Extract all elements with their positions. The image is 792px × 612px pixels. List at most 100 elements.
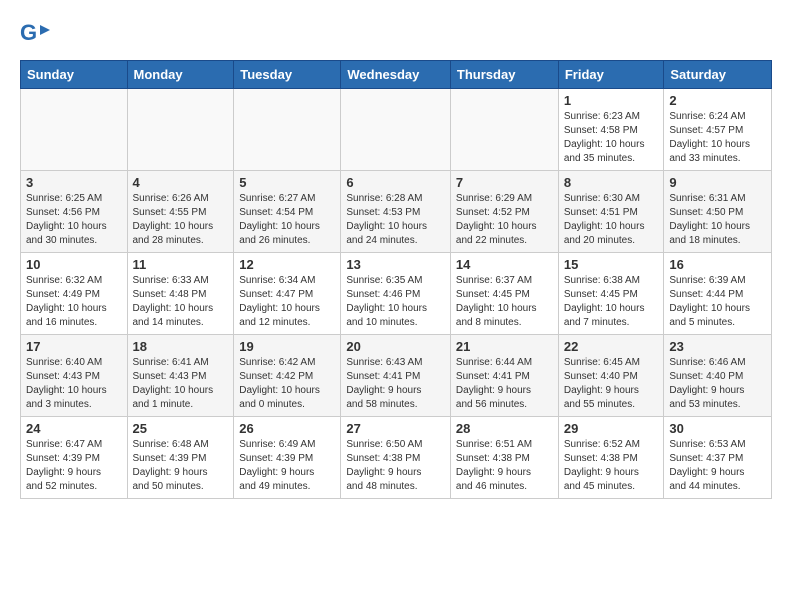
calendar-cell: 13 Sunrise: 6:35 AMSunset: 4:46 PMDayligh… — [341, 253, 451, 335]
day-info: Sunrise: 6:44 AMSunset: 4:41 PMDaylight:… — [456, 356, 553, 412]
day-number: 25 — [133, 421, 229, 436]
calendar-cell: 20Sunrise: 6:43 AMSunset: 4:41 PMDayligh… — [341, 335, 451, 417]
day-info: Sunrise: 6:48 AMSunset: 4:39 PMDaylight:… — [133, 438, 229, 494]
day-info: Sunrise: 6:46 AMSunset: 4:40 PMDaylight:… — [669, 356, 766, 412]
column-header-monday: Monday — [127, 61, 234, 89]
calendar-cell: 21 Sunrise: 6:44 AMSunset: 4:41 PMDayligh… — [450, 335, 558, 417]
day-number: 2 — [669, 93, 766, 108]
week-row-1: 1Sunrise: 6:23 AMSunset: 4:58 PMDaylight… — [21, 89, 772, 171]
calendar-cell: 22Sunrise: 6:45 AMSunset: 4:40 PMDayligh… — [558, 335, 664, 417]
day-info: Sunrise: 6:39 AMSunset: 4:44 PMDaylight:… — [669, 274, 766, 330]
calendar-cell: 10Sunrise: 6:32 AMSunset: 4:49 PMDayligh… — [21, 253, 128, 335]
week-row-5: 24 Sunrise: 6:47 AMSunset: 4:39 PMDayligh… — [21, 417, 772, 499]
day-info: Sunrise: 6:41 AMSunset: 4:43 PMDaylight:… — [133, 356, 229, 412]
day-info: Sunrise: 6:25 AMSunset: 4:56 PMDaylight:… — [26, 192, 122, 248]
calendar-cell: 7 Sunrise: 6:29 AMSunset: 4:52 PMDaylight… — [450, 171, 558, 253]
day-info: Sunrise: 6:29 AMSunset: 4:52 PMDaylight:… — [456, 192, 553, 248]
column-header-tuesday: Tuesday — [234, 61, 341, 89]
day-number: 27 — [346, 421, 445, 436]
day-number: 24 — [26, 421, 122, 436]
day-number: 10 — [26, 257, 122, 272]
calendar-cell: 9Sunrise: 6:31 AMSunset: 4:50 PMDaylight… — [664, 171, 772, 253]
day-info: Sunrise: 6:35 AMSunset: 4:46 PMDaylight:… — [346, 274, 445, 330]
day-info: Sunrise: 6:33 AMSunset: 4:48 PMDaylight:… — [133, 274, 229, 330]
day-info: Sunrise: 6:27 AMSunset: 4:54 PMDaylight:… — [239, 192, 335, 248]
calendar-cell: 11 Sunrise: 6:33 AMSunset: 4:48 PMDayligh… — [127, 253, 234, 335]
day-number: 3 — [26, 175, 122, 190]
day-info: Sunrise: 6:50 AMSunset: 4:38 PMDaylight:… — [346, 438, 445, 494]
day-number: 30 — [669, 421, 766, 436]
calendar-cell — [127, 89, 234, 171]
column-header-friday: Friday — [558, 61, 664, 89]
day-number: 7 — [456, 175, 553, 190]
day-number: 28 — [456, 421, 553, 436]
calendar-cell: 25 Sunrise: 6:48 AMSunset: 4:39 PMDayligh… — [127, 417, 234, 499]
day-number: 9 — [669, 175, 766, 190]
calendar-cell: 28 Sunrise: 6:51 AMSunset: 4:38 PMDayligh… — [450, 417, 558, 499]
day-number: 5 — [239, 175, 335, 190]
calendar-cell: 15 Sunrise: 6:38 AMSunset: 4:45 PMDayligh… — [558, 253, 664, 335]
day-number: 16 — [669, 257, 766, 272]
day-number: 23 — [669, 339, 766, 354]
day-number: 4 — [133, 175, 229, 190]
day-info: Sunrise: 6:40 AMSunset: 4:43 PMDaylight:… — [26, 356, 122, 412]
calendar-cell: 29 Sunrise: 6:52 AMSunset: 4:38 PMDayligh… — [558, 417, 664, 499]
day-info: Sunrise: 6:26 AMSunset: 4:55 PMDaylight:… — [133, 192, 229, 248]
calendar-header-row: SundayMondayTuesdayWednesdayThursdayFrid… — [21, 61, 772, 89]
logo-icon: G — [20, 20, 50, 50]
column-header-saturday: Saturday — [664, 61, 772, 89]
calendar-cell: 16 Sunrise: 6:39 AMSunset: 4:44 PMDayligh… — [664, 253, 772, 335]
calendar-cell: 26Sunrise: 6:49 AMSunset: 4:39 PMDayligh… — [234, 417, 341, 499]
day-info: Sunrise: 6:52 AMSunset: 4:38 PMDaylight:… — [564, 438, 659, 494]
day-number: 17 — [26, 339, 122, 354]
day-number: 29 — [564, 421, 659, 436]
day-number: 15 — [564, 257, 659, 272]
calendar-cell: 30 Sunrise: 6:53 AMSunset: 4:37 PMDayligh… — [664, 417, 772, 499]
calendar-cell: 27 Sunrise: 6:50 AMSunset: 4:38 PMDayligh… — [341, 417, 451, 499]
day-number: 14 — [456, 257, 553, 272]
calendar-cell: 17 Sunrise: 6:40 AMSunset: 4:43 PMDayligh… — [21, 335, 128, 417]
day-info: Sunrise: 6:51 AMSunset: 4:38 PMDaylight:… — [456, 438, 553, 494]
day-info: Sunrise: 6:43 AMSunset: 4:41 PMDaylight:… — [346, 356, 445, 412]
day-number: 13 — [346, 257, 445, 272]
page-header: G — [20, 20, 772, 50]
day-number: 18 — [133, 339, 229, 354]
calendar-cell: 1Sunrise: 6:23 AMSunset: 4:58 PMDaylight… — [558, 89, 664, 171]
calendar-cell: 12Sunrise: 6:34 AMSunset: 4:47 PMDayligh… — [234, 253, 341, 335]
calendar-cell — [21, 89, 128, 171]
calendar-cell — [341, 89, 451, 171]
svg-text:G: G — [20, 20, 37, 45]
day-info: Sunrise: 6:42 AMSunset: 4:42 PMDaylight:… — [239, 356, 335, 412]
week-row-4: 17 Sunrise: 6:40 AMSunset: 4:43 PMDayligh… — [21, 335, 772, 417]
day-info: Sunrise: 6:30 AMSunset: 4:51 PMDaylight:… — [564, 192, 659, 248]
day-number: 21 — [456, 339, 553, 354]
calendar-cell: 3 Sunrise: 6:25 AMSunset: 4:56 PMDaylight… — [21, 171, 128, 253]
week-row-2: 3 Sunrise: 6:25 AMSunset: 4:56 PMDaylight… — [21, 171, 772, 253]
column-header-wednesday: Wednesday — [341, 61, 451, 89]
calendar-cell: 6 Sunrise: 6:28 AMSunset: 4:53 PMDaylight… — [341, 171, 451, 253]
day-number: 6 — [346, 175, 445, 190]
calendar-cell: 4 Sunrise: 6:26 AMSunset: 4:55 PMDaylight… — [127, 171, 234, 253]
day-info: Sunrise: 6:24 AMSunset: 4:57 PMDaylight:… — [669, 110, 766, 166]
week-row-3: 10Sunrise: 6:32 AMSunset: 4:49 PMDayligh… — [21, 253, 772, 335]
calendar-cell: 5 Sunrise: 6:27 AMSunset: 4:54 PMDaylight… — [234, 171, 341, 253]
day-info: Sunrise: 6:45 AMSunset: 4:40 PMDaylight:… — [564, 356, 659, 412]
day-info: Sunrise: 6:38 AMSunset: 4:45 PMDaylight:… — [564, 274, 659, 330]
day-info: Sunrise: 6:47 AMSunset: 4:39 PMDaylight:… — [26, 438, 122, 494]
day-info: Sunrise: 6:49 AMSunset: 4:39 PMDaylight:… — [239, 438, 335, 494]
day-number: 11 — [133, 257, 229, 272]
calendar-cell — [450, 89, 558, 171]
logo: G — [20, 20, 54, 50]
calendar-table: SundayMondayTuesdayWednesdayThursdayFrid… — [20, 60, 772, 499]
calendar-cell: 2 Sunrise: 6:24 AMSunset: 4:57 PMDaylight… — [664, 89, 772, 171]
day-info: Sunrise: 6:28 AMSunset: 4:53 PMDaylight:… — [346, 192, 445, 248]
calendar-cell — [234, 89, 341, 171]
day-info: Sunrise: 6:53 AMSunset: 4:37 PMDaylight:… — [669, 438, 766, 494]
calendar-cell: 23 Sunrise: 6:46 AMSunset: 4:40 PMDayligh… — [664, 335, 772, 417]
day-info: Sunrise: 6:34 AMSunset: 4:47 PMDaylight:… — [239, 274, 335, 330]
calendar-cell: 8 Sunrise: 6:30 AMSunset: 4:51 PMDaylight… — [558, 171, 664, 253]
day-number: 8 — [564, 175, 659, 190]
calendar-cell: 19Sunrise: 6:42 AMSunset: 4:42 PMDayligh… — [234, 335, 341, 417]
calendar-cell: 14Sunrise: 6:37 AMSunset: 4:45 PMDayligh… — [450, 253, 558, 335]
day-number: 1 — [564, 93, 659, 108]
